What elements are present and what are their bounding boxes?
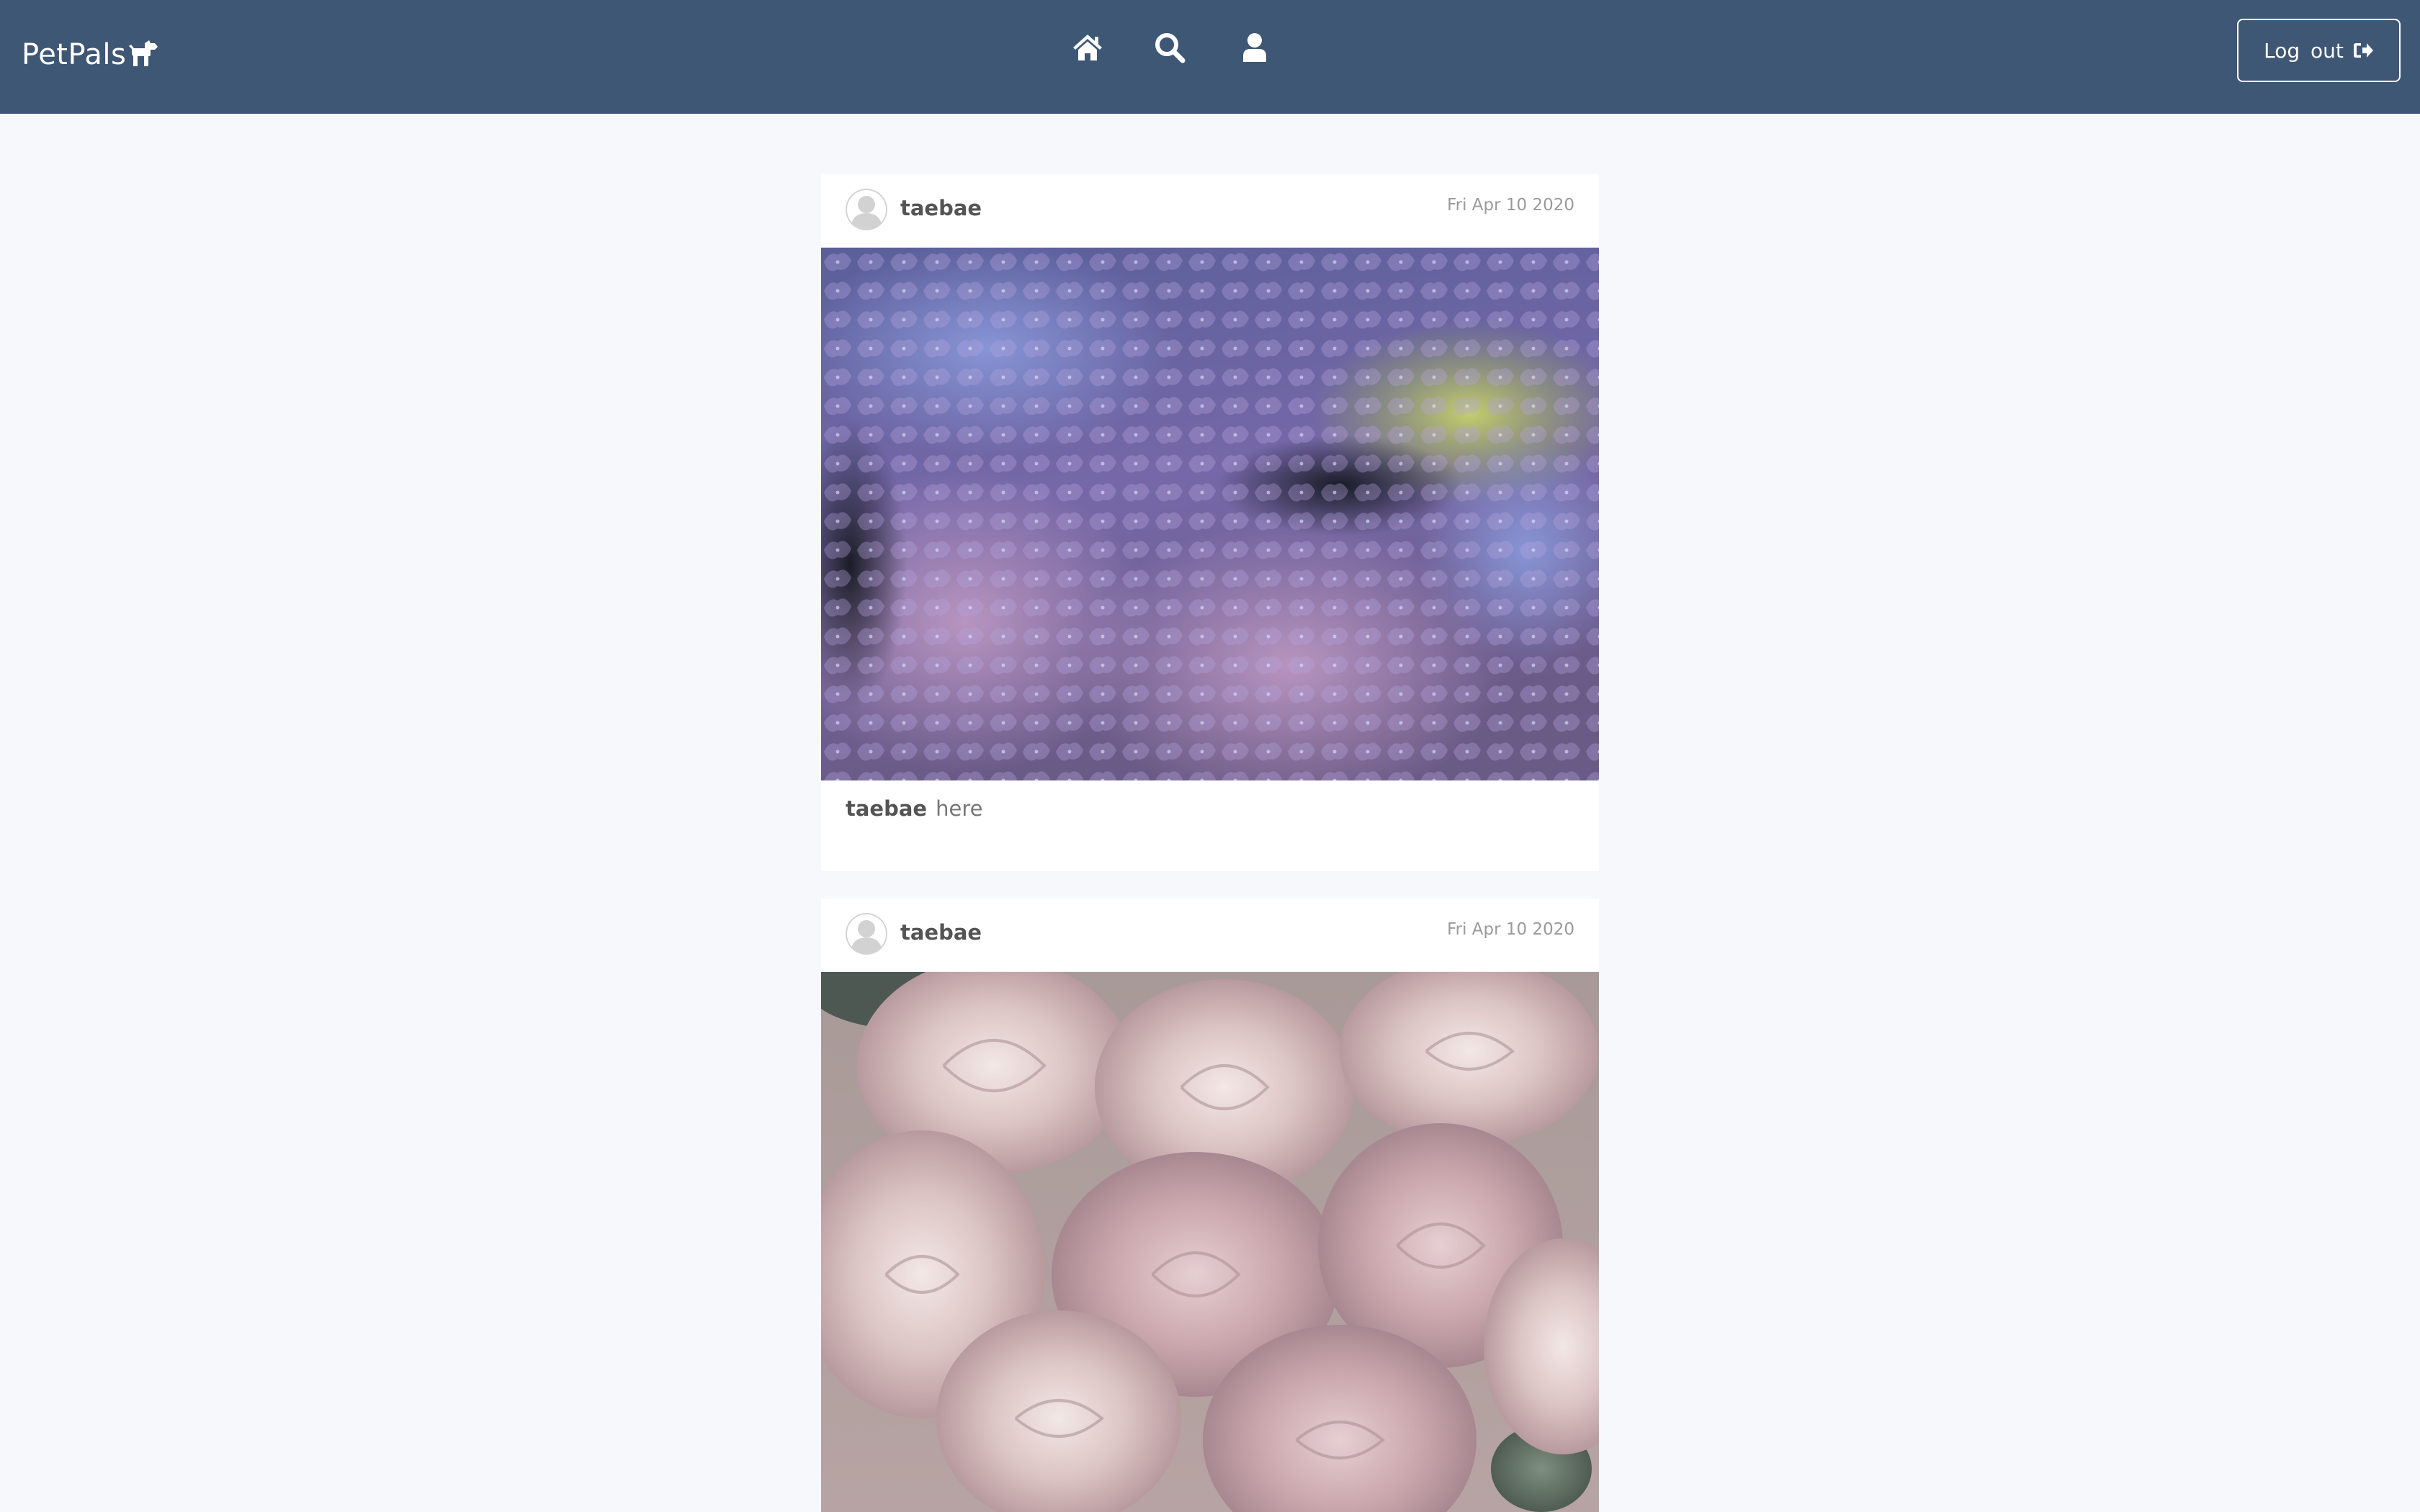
- main-nav: [1066, 30, 1272, 65]
- post-date: Fri Apr 10 2020: [1447, 920, 1574, 939]
- post-header: taebae Fri Apr 10 2020: [821, 174, 1599, 248]
- post-photo[interactable]: [821, 972, 1599, 1512]
- logout-button[interactable]: Log out: [2237, 19, 2401, 82]
- avatar-placeholder-icon: [846, 189, 887, 230]
- post-date: Fri Apr 10 2020: [1447, 196, 1574, 215]
- post-card: taebae Fri Apr 10 2020: [821, 899, 1599, 1512]
- dog-icon: [129, 40, 158, 66]
- post-card: taebae Fri Apr 10 2020: [821, 174, 1599, 871]
- caption-text: here: [936, 796, 983, 821]
- post-photo[interactable]: [821, 248, 1599, 780]
- brand-logo[interactable]: PetPals: [22, 37, 159, 72]
- home-icon[interactable]: [1070, 30, 1105, 65]
- logout-label: Log out: [2264, 38, 2344, 63]
- search-icon[interactable]: [1152, 30, 1187, 65]
- post-username[interactable]: taebae: [900, 196, 982, 220]
- avatar[interactable]: [846, 189, 887, 230]
- user-icon[interactable]: [1237, 30, 1272, 65]
- caption-username[interactable]: taebae: [846, 796, 927, 821]
- avatar-placeholder-icon: [846, 913, 887, 955]
- post-header: taebae Fri Apr 10 2020: [821, 899, 1599, 972]
- avatar[interactable]: [846, 913, 887, 955]
- post-username[interactable]: taebae: [900, 920, 982, 945]
- sign-out-icon: [2353, 43, 2373, 58]
- post-caption: taebae here: [821, 780, 1599, 837]
- brand-name: PetPals: [22, 38, 127, 71]
- navbar: PetPals Log out: [0, 0, 2420, 114]
